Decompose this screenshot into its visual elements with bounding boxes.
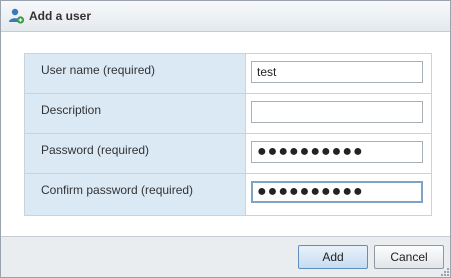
user-form: User name (required) Description Passwor…	[24, 53, 432, 216]
add-user-icon	[9, 8, 25, 24]
confirm-password-label: Confirm password (required)	[41, 183, 194, 197]
form-row-username: User name (required)	[25, 54, 431, 94]
form-row-password: Password (required)	[25, 134, 431, 174]
dialog-title: Add a user	[29, 9, 92, 23]
add-button[interactable]: Add	[298, 245, 368, 269]
add-user-dialog: Add a user User name (required) Descript…	[0, 0, 451, 278]
confirm-password-input[interactable]	[251, 181, 423, 203]
password-input[interactable]	[251, 141, 423, 163]
form-row-confirm-password: Confirm password (required)	[25, 174, 431, 215]
description-label: Description	[41, 103, 102, 117]
form-row-description: Description	[25, 94, 431, 134]
resize-grip-icon[interactable]	[441, 268, 449, 276]
dialog-titlebar[interactable]: Add a user	[1, 1, 450, 32]
cancel-button[interactable]: Cancel	[374, 245, 444, 269]
password-label: Password (required)	[41, 143, 150, 157]
username-input[interactable]	[251, 61, 423, 83]
username-label: User name (required)	[41, 63, 156, 77]
dialog-footer: Add Cancel	[1, 236, 450, 277]
description-input[interactable]	[251, 101, 423, 123]
